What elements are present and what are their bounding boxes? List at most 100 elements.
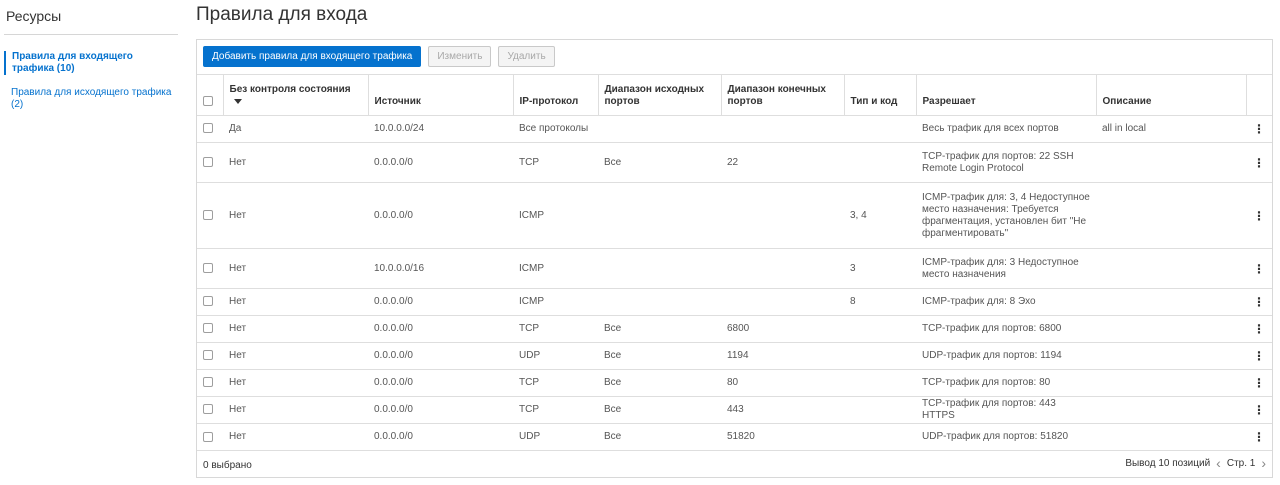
protocol-cell: UDP [513,423,598,451]
destination-ports-cell: 22 [721,142,844,183]
allows-cell: ICMP-трафик для: 3, 4 Недоступное место … [916,182,1096,249]
column-header-actions [1246,74,1272,116]
row-actions-kebab-icon[interactable]: ⋮ [1246,396,1272,424]
allows-cell: TCP-трафик для портов: 443 HTTPS [916,396,1096,424]
rules-table: Без контроля состояния Источник IP-прото… [197,74,1272,451]
type-code-cell [844,315,916,343]
allows-cell: UDP-трафик для портов: 51820 [916,423,1096,451]
select-all-cell[interactable] [197,74,224,116]
row-checkbox[interactable] [203,262,213,273]
column-header-stateless[interactable]: Без контроля состояния [223,74,369,116]
type-code-cell: 3, 4 [844,182,916,249]
row-select-cell[interactable] [197,315,223,343]
description-cell [1096,182,1246,249]
table-row: Нет 0.0.0.0/0 UDP Все 51820 UDP-трафик для по… [197,423,1272,451]
row-actions-kebab-icon[interactable]: ⋮ [1246,423,1272,451]
source-ports-cell [598,115,721,143]
stateless-cell: Нет [223,396,368,424]
type-code-cell [844,396,916,424]
stateless-cell: Нет [223,182,368,249]
source-ports-cell: Все [598,342,721,370]
stateless-cell: Да [223,115,368,143]
allows-cell: TCP-трафик для портов: 80 [916,369,1096,397]
protocol-cell: ICMP [513,248,598,289]
row-actions-kebab-icon[interactable]: ⋮ [1246,115,1272,143]
source-cell: 0.0.0.0/0 [368,142,513,183]
source-ports-cell: Все [598,396,721,424]
row-actions-kebab-icon[interactable]: ⋮ [1246,288,1272,316]
sort-down-icon[interactable] [233,98,242,104]
type-code-cell [844,342,916,370]
protocol-cell: TCP [513,396,598,424]
source-cell: 10.0.0.0/16 [368,248,513,289]
column-header-allows: Разрешает [916,74,1097,116]
row-checkbox[interactable] [203,431,213,442]
table-footer: 0 выбрано Вывод 10 позиций ‹ Стр. 1 › [197,450,1272,477]
row-select-cell[interactable] [197,248,223,289]
source-ports-cell: Все [598,423,721,451]
row-actions-kebab-icon[interactable]: ⋮ [1246,248,1272,289]
row-actions-kebab-icon[interactable]: ⋮ [1246,182,1272,249]
row-checkbox[interactable] [203,209,213,220]
sidebar-item-egress-rules[interactable]: Правила для исходящего трафика (2) [4,87,176,111]
source-cell: 10.0.0.0/24 [368,115,513,143]
allows-cell: ICMP-трафик для: 8 Эхо [916,288,1096,316]
row-checkbox[interactable] [203,296,213,307]
selected-count: 0 выбрано [203,460,252,471]
column-header-protocol: IP-протокол [513,74,599,116]
row-checkbox[interactable] [203,156,213,167]
stateless-cell: Нет [223,248,368,289]
destination-ports-cell [721,115,844,143]
stateless-cell: Нет [223,342,368,370]
row-actions-kebab-icon[interactable]: ⋮ [1246,315,1272,343]
sidebar-title: Ресурсы [6,8,62,24]
destination-ports-cell [721,288,844,316]
row-select-cell[interactable] [197,369,223,397]
description-cell [1096,342,1246,370]
row-actions-kebab-icon[interactable]: ⋮ [1246,342,1272,370]
row-select-cell[interactable] [197,182,223,249]
row-checkbox[interactable] [203,123,213,134]
row-actions-kebab-icon[interactable]: ⋮ [1246,369,1272,397]
row-checkbox[interactable] [203,377,213,388]
source-ports-cell: Все [598,142,721,183]
page-title: Правила для входа [196,4,368,25]
protocol-cell: UDP [513,342,598,370]
source-ports-cell [598,182,721,249]
select-all-checkbox[interactable] [203,96,213,107]
allows-cell: TCP-трафик для портов: 22 SSH Remote Log… [916,142,1096,183]
allows-cell: ICMP-трафик для: 3 Недоступное место наз… [916,248,1096,289]
row-checkbox[interactable] [203,404,213,415]
source-cell: 0.0.0.0/0 [368,288,513,316]
row-select-cell[interactable] [197,342,223,370]
row-select-cell[interactable] [197,288,223,316]
row-select-cell[interactable] [197,423,223,451]
table-row: Нет 0.0.0.0/0 ICMP 3, 4 ICMP-трафик для: 3, … [197,182,1272,249]
column-header-source-ports: Диапазон исходных портов [598,74,722,116]
add-ingress-rules-button[interactable]: Добавить правила для входящего трафика [203,46,422,67]
row-select-cell[interactable] [197,115,223,143]
table-row: Нет 10.0.0.0/16 ICMP 3 ICMP-трафик для: 3 Не… [197,248,1272,289]
source-cell: 0.0.0.0/0 [368,369,513,397]
destination-ports-cell [721,248,844,289]
row-select-cell[interactable] [197,142,223,183]
source-ports-cell: Все [598,369,721,397]
pagination: Вывод 10 позиций ‹ Стр. 1 › [1125,456,1266,470]
protocol-cell: TCP [513,315,598,343]
table-row: Да 10.0.0.0/24 Все протоколы Весь трафик дл… [197,115,1272,143]
delete-button[interactable]: Удалить [498,46,555,67]
row-checkbox[interactable] [203,323,213,334]
type-code-cell [844,369,916,397]
sidebar-item-ingress-rules[interactable]: Правила для входящего трафика (10) [4,51,176,75]
table-row: Нет 0.0.0.0/0 TCP Все 6800 TCP-трафик для пор… [197,315,1272,343]
row-checkbox[interactable] [203,350,213,361]
table-row: Нет 0.0.0.0/0 UDP Все 1194 UDP-трафик для пор… [197,342,1272,370]
edit-button[interactable]: Изменить [428,46,492,67]
description-cell [1096,396,1246,424]
chevron-left-icon[interactable]: ‹ [1216,456,1221,470]
row-select-cell[interactable] [197,396,223,424]
row-actions-kebab-icon[interactable]: ⋮ [1246,142,1272,183]
allows-cell: UDP-трафик для портов: 1194 [916,342,1096,370]
protocol-cell: Все протоколы [513,115,598,143]
chevron-right-icon[interactable]: › [1261,456,1266,470]
